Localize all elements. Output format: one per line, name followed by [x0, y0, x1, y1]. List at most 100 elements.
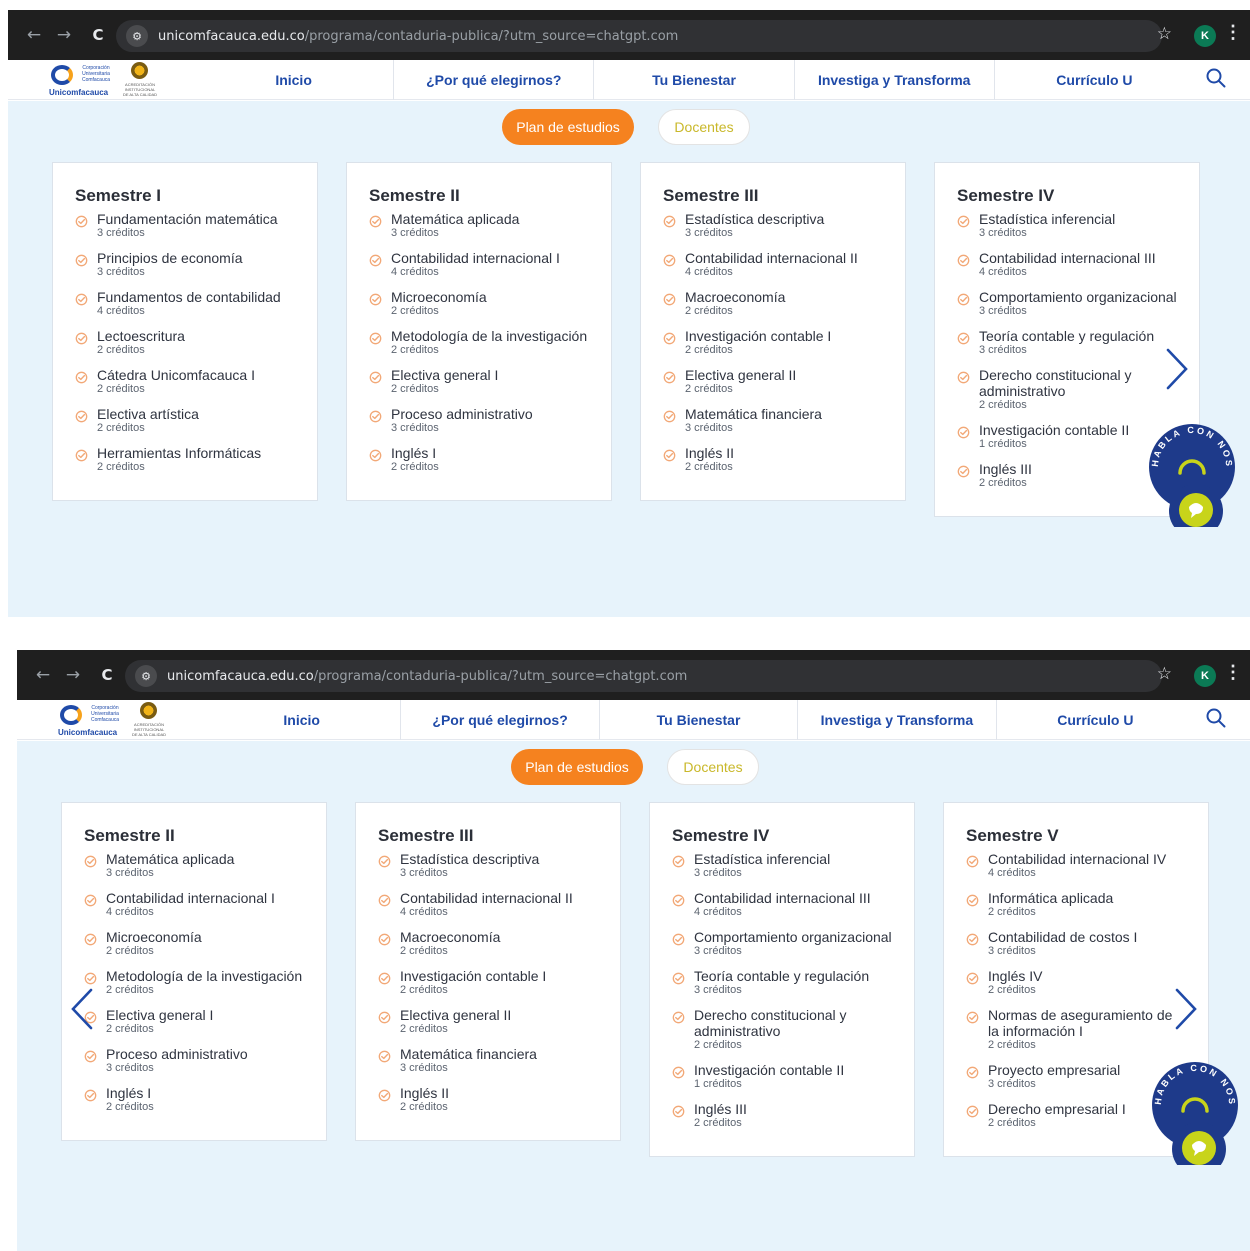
course-name: Macroeconomía [400, 929, 501, 945]
course-credits: 3 créditos [97, 266, 145, 278]
check-circle-icon [378, 855, 400, 880]
browser-menu-icon[interactable]: ⋮ [1224, 662, 1242, 683]
reload-icon[interactable]: C [86, 26, 110, 44]
tab-docentes[interactable]: Docentes [667, 749, 759, 785]
nav-item-tu-bienestar[interactable]: Tu Bienestar [600, 700, 799, 740]
nav-item-por-que-elegirnos[interactable]: ¿Por qué elegirnos? [394, 60, 595, 100]
course-name: Metodología de la investigación [391, 328, 588, 344]
browser-menu-icon[interactable]: ⋮ [1224, 22, 1242, 43]
course-text: Principios de economía 3 créditos [97, 250, 243, 279]
course-name: Principios de economía [97, 250, 243, 266]
nav-item-curriculo[interactable]: Currículo U [995, 60, 1194, 100]
course-item: Cátedra Unicomfacauca I2 créditos [75, 367, 295, 396]
check-circle-icon [378, 1011, 400, 1036]
course-credits: 4 créditos [685, 266, 733, 278]
course-item: Contabilidad internacional I4 créditos [84, 890, 304, 919]
bookmark-star-icon[interactable]: ☆ [1157, 664, 1172, 684]
course-credits: 3 créditos [400, 1062, 448, 1074]
back-arrow-icon[interactable]: ← [31, 665, 55, 685]
check-circle-icon [84, 855, 106, 880]
tab-plan-de-estudios[interactable]: Plan de estudios [511, 749, 643, 785]
bookmark-star-icon[interactable]: ☆ [1157, 24, 1172, 44]
nav-item-por-que-elegirnos[interactable]: ¿Por qué elegirnos? [401, 700, 600, 740]
chat-widget-button[interactable]: HABLA CON NOSOTROS [1146, 421, 1238, 527]
course-credits: 1 créditos [979, 438, 1027, 450]
nav-item-curriculo[interactable]: Currículo U [997, 700, 1194, 740]
course-item: Comportamiento organizacional 3 créditos [672, 929, 892, 958]
course-item: Teoría contable y regulación 3 créditos [957, 328, 1177, 357]
back-arrow-icon[interactable]: ← [22, 25, 46, 45]
course-name: Macroeconomía [685, 289, 786, 305]
course-credits: 2 créditos [391, 305, 439, 317]
course-text: Proceso administrativo 3 créditos [106, 1046, 248, 1075]
accreditation-seal-icon [131, 62, 148, 79]
course-text: Inglés III 2 créditos [694, 1101, 747, 1130]
course-name: Fundamentos de contabilidad [97, 289, 281, 305]
course-name: Inglés I [106, 1085, 152, 1101]
forward-arrow-icon[interactable]: → [61, 665, 85, 685]
unicomfacauca-logo[interactable]: Corporación Universitaria Comfacauca Uni… [48, 61, 158, 99]
unicomfacauca-logo[interactable]: Corporación Universitaria Comfacauca Uni… [57, 701, 167, 739]
course-credits: 4 créditos [97, 305, 145, 317]
course-text: Informática aplicada 2 créditos [988, 890, 1113, 919]
address-bar[interactable]: ⚙ unicomfacauca.edu.co/programa/contadur… [125, 660, 1162, 692]
course-name: Teoría contable y regulación [979, 328, 1155, 344]
course-text: Inglés II 2 créditos [685, 445, 734, 474]
carousel-next-arrow-icon[interactable] [1173, 987, 1199, 1031]
profile-avatar[interactable]: K [1194, 25, 1216, 47]
tab-docentes[interactable]: Docentes [658, 109, 750, 145]
course-name: Contabilidad internacional I [106, 890, 275, 906]
course-item: Electiva general I2 créditos [369, 367, 589, 396]
carousel-prev-arrow-icon[interactable] [69, 987, 95, 1031]
course-name: Proceso administrativo [106, 1046, 248, 1062]
accreditation-seal-icon [140, 702, 157, 719]
course-name: Derecho constitucional y administrativo [694, 1007, 847, 1039]
search-icon[interactable] [1206, 708, 1226, 728]
nav-item-inicio[interactable]: Inicio [194, 60, 395, 100]
course-credits: 2 créditos [106, 1101, 154, 1113]
course-item: Inglés III 2 créditos [957, 461, 1177, 490]
nav-item-inicio[interactable]: Inicio [203, 700, 402, 740]
logo-text: Corporación Universitaria Comfacauca [81, 65, 111, 83]
reload-icon[interactable]: C [95, 666, 119, 684]
check-circle-icon [84, 1089, 106, 1114]
course-name: Inglés I [391, 445, 437, 461]
course-name: Teoría contable y regulación [694, 968, 870, 984]
nav-item-investiga[interactable]: Investiga y Transforma [798, 700, 997, 740]
course-credits: 2 créditos [685, 461, 733, 473]
check-circle-icon [966, 1066, 988, 1091]
chat-widget-button[interactable]: HABLA CON NOSOTROS [1149, 1059, 1241, 1165]
course-name: Normas de aseguramiento de la informació… [988, 1007, 1173, 1039]
forward-arrow-icon[interactable]: → [52, 25, 76, 45]
course-text: Inglés II 2 créditos [400, 1085, 449, 1114]
check-circle-icon [966, 894, 988, 919]
check-circle-icon [966, 933, 988, 958]
course-text: Derecho constitucional y administrativo 2… [979, 367, 1177, 412]
check-circle-icon [957, 332, 979, 357]
course-item: Herramientas Informáticas 2 créditos [75, 445, 295, 474]
course-text: Comportamiento organizacional 3 créditos [979, 289, 1177, 318]
carousel-next-arrow-icon[interactable] [1164, 347, 1190, 391]
course-item: Contabilidad internacional I4 créditos [369, 250, 589, 279]
nav-item-investiga[interactable]: Investiga y Transforma [795, 60, 995, 100]
course-item: Macroeconomía 2 créditos [663, 289, 883, 318]
course-item: Estadística descriptiva 3 créditos [663, 211, 883, 240]
course-name: Derecho empresarial I [988, 1101, 1126, 1117]
check-circle-icon [84, 894, 106, 919]
profile-avatar[interactable]: K [1194, 665, 1216, 687]
tab-plan-de-estudios[interactable]: Plan de estudios [502, 109, 634, 145]
semester-card-semestre-iv: Semestre IV Estadística inferencial 3 créd… [649, 802, 915, 1157]
seal-text: ACREDITACIÓN INSTITUCIONAL DE ALTA CALID… [122, 82, 158, 97]
course-item: Macroeconomía 2 créditos [378, 929, 598, 958]
course-text: Inglés IV 2 créditos [988, 968, 1042, 997]
course-name: Electiva artística [97, 406, 199, 422]
course-name: Investigación contable II [979, 422, 1130, 438]
search-icon[interactable] [1206, 68, 1226, 88]
site-settings-icon[interactable]: ⚙ [126, 25, 148, 47]
course-item: Inglés I2 créditos [84, 1085, 304, 1114]
nav-item-tu-bienestar[interactable]: Tu Bienestar [594, 60, 795, 100]
site-settings-icon[interactable]: ⚙ [135, 665, 157, 687]
site-header: Corporación Universitaria Comfacauca Uni… [8, 60, 1250, 100]
address-bar[interactable]: ⚙ unicomfacauca.edu.co/programa/contadur… [116, 20, 1162, 52]
course-text: Derecho empresarial I2 créditos [988, 1101, 1126, 1130]
